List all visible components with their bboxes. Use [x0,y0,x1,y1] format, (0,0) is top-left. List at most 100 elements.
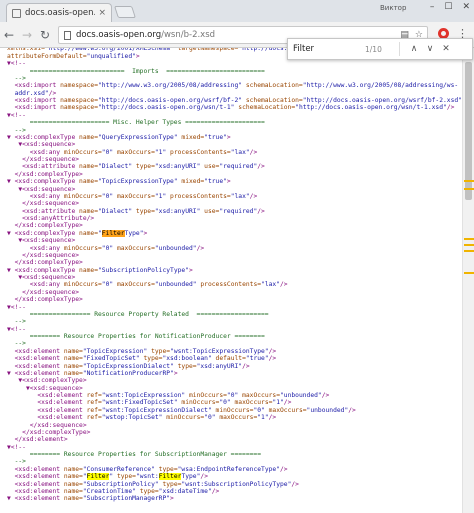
vertical-scrollbar[interactable] [462,48,474,513]
code-token: type= [139,355,163,363]
code-token: > [170,495,174,503]
find-match-marker [464,272,474,274]
window-controls: – ☐ ✕ [430,2,470,12]
window-close-icon[interactable]: ✕ [462,2,470,12]
code-token: maxOccurs= [230,399,273,407]
code-line: </xsd:complexType> [7,259,462,266]
code-token: /> [249,148,258,156]
code-token: "TopicExpressionDialect" [82,362,174,370]
url-host: docs.oasis-open.org [76,30,162,40]
code-token: name= [63,355,83,363]
code-token: "required" [219,207,258,215]
code-token: name= [79,163,98,171]
code-token: type= [154,465,178,473]
code-token: ▼<xsd:sequence> [7,185,76,193]
find-match-marker [464,238,474,240]
code-line: <xsd:any minOccurs="0" maxOccurs="unboun… [7,245,462,252]
code-line: <xsd:attribute name="Dialect" type="xsd:… [7,163,462,170]
code-token: processContents= [166,192,231,200]
code-line: ▼<xsd:sequence> [7,237,462,244]
code-line: ▼<!-- [7,112,462,119]
code-line: <xsd:element name="FixedTopicSet" type="… [7,355,462,362]
code-token: --> [7,318,26,326]
code-line: </xsd:element> [7,436,462,443]
code-token: "xsd:boolean" [162,355,212,363]
code-token: xmlns:xsi= [7,48,45,53]
code-line: <xsd:element name="TopicExpression" type… [7,348,462,355]
code-token: /> [280,281,288,289]
code-token: targetNamespace= [173,48,239,53]
code-token: --> [7,458,26,466]
url-path: /wsn/b-2.xsd [161,30,216,40]
code-token: name= [79,229,98,237]
minimize-icon[interactable]: – [430,2,435,12]
find-input[interactable]: Filter [293,44,363,54]
code-token: <xsd:element [7,487,64,495]
find-match-highlight: Filter [86,473,110,481]
tab-strip: docs.oasis-open.org/ws × Виктор – ☐ ✕ [0,0,474,22]
code-line: ===================== Misc. Helper Types… [7,119,462,126]
code-token: <xsd:import [7,97,61,104]
code-token: "FixedTopicSet" [82,355,140,363]
forward-icon[interactable]: → [18,28,36,42]
code-token: <xsd:element [7,392,87,399]
code-token: <xsd:any [7,244,64,252]
code-token: "wsnt:FixedTopicSet" [101,399,178,407]
code-token: > [143,229,148,237]
code-token: minOccurs= [211,406,254,414]
maximize-icon[interactable]: ☐ [444,2,452,12]
code-token: "ConsumerReference" [82,465,155,473]
code-line: addr.xsd"/> [7,90,462,97]
code-token: processContents= [196,281,262,289]
code-token: minOccurs= [63,281,102,289]
code-line: </xsd:complexType> [7,429,462,436]
code-token: minOccurs= [63,244,102,252]
browser-tab[interactable]: docs.oasis-open.org/ws × [6,3,112,22]
code-line: ▼<!-- [7,60,462,67]
code-line: </xsd:complexType> [7,222,462,229]
reload-icon[interactable]: ↻ [36,28,54,42]
code-line: ▼<xsd:sequence> [7,141,462,148]
code-token: </xsd:complexType> [7,222,83,230]
code-token: Type" [181,473,201,481]
find-match-count: 1/10 [365,44,382,54]
code-token: "xsd:anyURI" [154,163,201,171]
code-token: name= [63,465,83,473]
code-token: addr.xsd" [7,89,49,97]
code-token: ▼ <xsd:complexType [7,178,80,186]
code-line: <xsd:attribute name="Dialect" type="xsd:… [7,208,462,215]
code-token: > [226,133,231,141]
find-next-icon[interactable]: ∨ [422,44,438,54]
code-token: type= [132,163,155,171]
find-match-marker [464,180,474,182]
code-line: ▼<xsd:sequence> [7,385,462,392]
code-token: "http://www.w3.org/2005/08/addressing" [98,82,243,90]
code-token: </xsd:complexType> [7,170,83,178]
code-token: "wsa:EndpointReferenceType" [177,465,280,473]
code-line: ========================= Imports ======… [7,68,462,75]
tab-close-icon[interactable]: × [98,8,106,18]
find-divider [399,42,400,56]
code-token: <xsd:attribute [7,207,80,215]
find-previous-icon[interactable]: ∧ [406,44,422,54]
code-token: maxOccurs= [113,281,155,289]
code-token: ref= [86,414,102,422]
new-tab-button[interactable] [114,6,136,18]
code-token: "1" [272,399,284,407]
code-token: ▼<!-- [7,303,26,311]
page-info-icon[interactable] [64,30,71,40]
find-close-icon[interactable]: ✕ [438,44,454,54]
code-token: </xsd:complexType> [7,259,83,267]
find-match-marker [464,250,474,252]
code-token: > [173,369,178,377]
code-token: </xsd:sequence> [7,251,80,259]
code-token: </xsd:sequence> [7,156,80,163]
back-icon[interactable]: ← [0,28,18,42]
code-token: ======== Resource Properties for Subscri… [7,451,262,458]
code-token: "true" [204,133,227,141]
code-token: name= [63,369,83,377]
code-token: "CreationTime" [82,487,136,495]
code-token: <xsd:any [7,281,64,289]
code-token: ref= [86,399,102,407]
code-token: ========================= Imports ======… [7,67,265,75]
